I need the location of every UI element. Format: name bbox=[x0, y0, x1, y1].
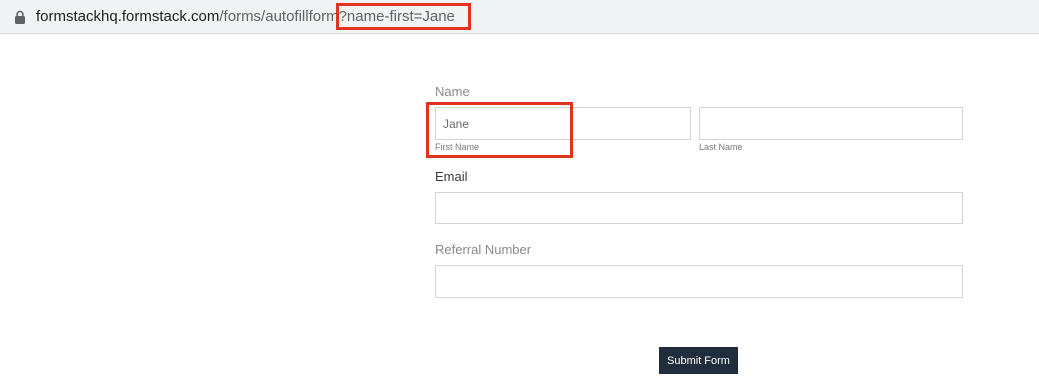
page: formstackhq.formstack.com/forms/autofill… bbox=[0, 0, 1039, 386]
url-path: /forms/autofillform bbox=[219, 8, 339, 25]
referral-number-label: Referral Number bbox=[435, 242, 532, 257]
referral-number-input[interactable] bbox=[435, 265, 963, 298]
name-label: Name bbox=[435, 84, 470, 99]
lock-icon bbox=[15, 10, 25, 24]
first-name-highlight-box bbox=[426, 102, 573, 158]
address-bar[interactable]: formstackhq.formstack.com/forms/autofill… bbox=[0, 0, 1039, 34]
email-input[interactable] bbox=[435, 192, 963, 224]
submit-form-button[interactable]: Submit Form bbox=[659, 347, 738, 374]
last-name-input[interactable] bbox=[699, 107, 963, 140]
email-label: Email bbox=[435, 169, 468, 184]
url-host: formstackhq.formstack.com bbox=[36, 8, 220, 25]
last-name-sublabel: Last Name bbox=[699, 142, 743, 152]
url-query-highlight-box bbox=[336, 3, 471, 30]
